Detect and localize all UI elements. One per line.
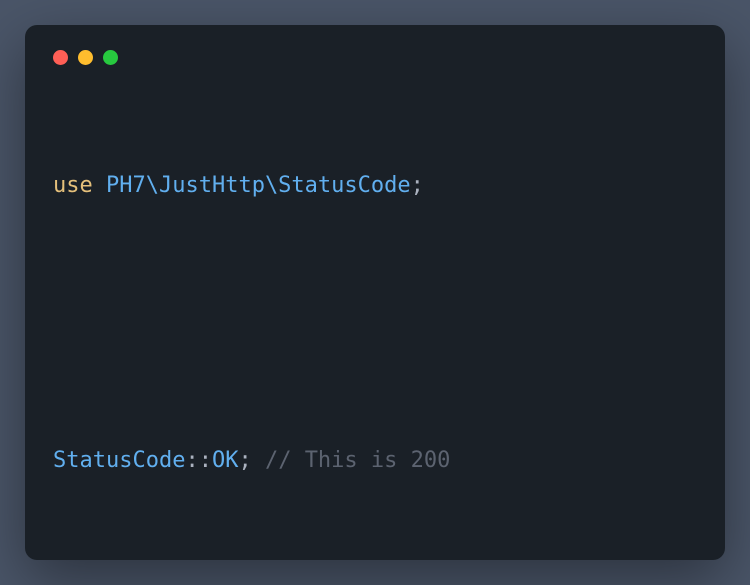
maximize-icon[interactable]: [103, 50, 118, 65]
semicolon: ;: [411, 173, 424, 198]
traffic-lights: [53, 45, 697, 65]
code-block: use PH7\JustHttp\StatusCode; StatusCode:…: [53, 103, 697, 560]
keyword-use: use: [53, 173, 93, 198]
blank-line: [53, 301, 697, 345]
minimize-icon[interactable]: [78, 50, 93, 65]
code-line-use: use PH7\JustHttp\StatusCode;: [53, 169, 697, 202]
class-name: StatusCode: [53, 448, 185, 473]
semicolon: ;: [238, 448, 251, 473]
constant: OK: [212, 448, 239, 473]
double-colon: ::: [185, 448, 212, 473]
code-window: use PH7\JustHttp\StatusCode; StatusCode:…: [25, 25, 725, 560]
comment: // This is 200: [265, 448, 450, 473]
namespace: PH7\JustHttp\StatusCode: [106, 173, 411, 198]
close-icon[interactable]: [53, 50, 68, 65]
code-line: StatusCode::OK; // This is 200: [53, 444, 697, 477]
